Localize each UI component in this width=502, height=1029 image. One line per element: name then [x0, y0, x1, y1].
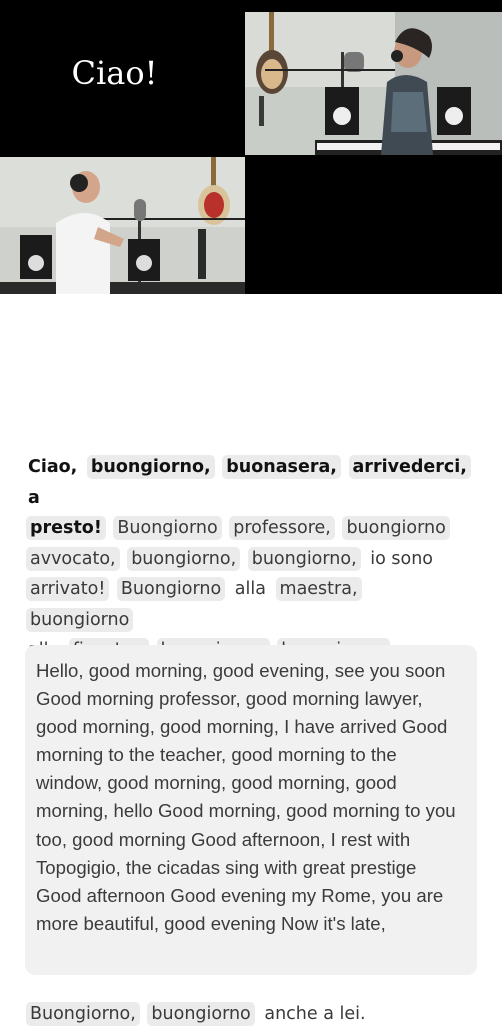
- video-player[interactable]: Ciao!: [0, 0, 502, 294]
- lyric-word: alla: [234, 579, 266, 599]
- lyric-word[interactable]: professore,: [229, 516, 335, 540]
- title-card: Ciao!: [0, 0, 245, 155]
- lyric-word[interactable]: avvocato,: [26, 546, 120, 571]
- next-lyrics-line: Buongiorno, buongiorno anche a lei.: [25, 999, 485, 1029]
- lyric-word: io sono: [370, 548, 433, 569]
- lyric-word: a: [28, 487, 40, 508]
- lyric-word[interactable]: buonasera,: [222, 455, 341, 479]
- lyric-word[interactable]: buongiorno,: [247, 546, 361, 571]
- lyric-word[interactable]: maestra,: [275, 577, 362, 601]
- lyric-word[interactable]: buongiorno: [26, 607, 134, 632]
- translation-text: Hello, good morning, good evening, see y…: [36, 660, 456, 934]
- studio-scene-man: [0, 157, 245, 294]
- title-card-text: Ciao!: [71, 53, 158, 92]
- lyric-word[interactable]: buongiorno,: [127, 546, 241, 571]
- lyrics-line: presto! Buongiorno professore, buongiorn…: [25, 513, 475, 544]
- lyric-word[interactable]: Buongiorno: [116, 577, 226, 601]
- lyric-word[interactable]: arrivato!: [26, 577, 110, 601]
- lyrics-line: Ciao, buongiorno, buonasera, arrivederci…: [25, 452, 475, 513]
- lyric-word[interactable]: presto!: [26, 516, 106, 540]
- video-tile-empty: [245, 157, 502, 294]
- lyric-word: Ciao,: [28, 457, 78, 477]
- video-tile-singer-man: [0, 157, 245, 294]
- studio-scene-woman: [245, 12, 502, 155]
- lyric-word[interactable]: buongiorno: [147, 1002, 255, 1026]
- lyric-word[interactable]: Buongiorno,: [26, 1002, 140, 1026]
- lyric-word[interactable]: Buongiorno: [113, 516, 222, 540]
- video-tile-singer-woman: [245, 12, 502, 155]
- lyric-word[interactable]: buongiorno: [342, 516, 450, 540]
- lyrics-line: avvocato, buongiorno, buongiorno, io son…: [25, 544, 475, 575]
- lyric-word: anche a lei.: [264, 1004, 366, 1024]
- translation-box: Hello, good morning, good evening, see y…: [25, 645, 477, 975]
- lyric-word[interactable]: buongiorno,: [86, 455, 215, 479]
- lyrics-line: arrivato! Buongiorno alla maestra, buong…: [25, 574, 475, 635]
- lyric-word[interactable]: arrivederci,: [348, 455, 471, 479]
